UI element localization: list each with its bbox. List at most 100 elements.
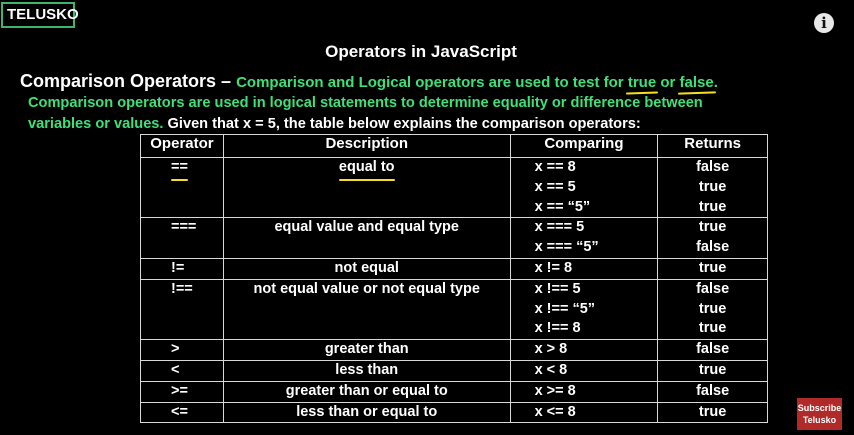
description: less than	[335, 361, 399, 378]
comparing-cell: x !== 5 x !== “5” x !== 8	[509, 278, 659, 341]
word-true: true	[627, 74, 657, 91]
slide-title: Operators in JavaScript	[325, 42, 517, 61]
description: greater than	[324, 341, 409, 358]
comparison-operators-table: Operator Description Comparing Returns =…	[140, 134, 768, 424]
returns-cell: true	[657, 359, 768, 382]
intro-text: Comparison and Logical operators are use…	[236, 74, 718, 91]
comparing: x !== 5	[534, 280, 581, 297]
operator-cell: <=	[140, 401, 224, 424]
comparing: x >= 8	[534, 382, 576, 399]
comparing-cell: x == 8 x == 5 x == “5”	[509, 156, 659, 219]
header-returns: Returns	[657, 134, 768, 158]
operator: ===	[171, 219, 197, 236]
comparing: x === 5	[534, 219, 585, 236]
intro-line-1: Comparison Operators – Comparison and Lo…	[20, 71, 718, 92]
comparing: x < 8	[534, 361, 568, 378]
comparing: x > 8	[534, 341, 568, 358]
comparing: x !== 8	[534, 320, 581, 337]
intro-line-3: variables or values. Given that x = 5, t…	[28, 116, 641, 132]
returns: false	[696, 239, 730, 256]
operator-cell: >	[140, 339, 224, 361]
description-cell: not equal	[222, 257, 511, 280]
returns-cell: true false	[657, 217, 768, 259]
table-row: > greater than x > 8 false	[140, 339, 768, 361]
returns: false	[696, 341, 730, 358]
description-cell: greater than or equal to	[222, 380, 511, 403]
operator-cell: !=	[140, 257, 224, 280]
header-description: Description	[222, 134, 511, 158]
header-operator: Operator	[140, 134, 224, 158]
returns-cell: true	[657, 401, 768, 424]
intro-line-3-green: variables or values.	[28, 116, 164, 132]
returns: false	[696, 159, 730, 175]
table-row: <= less than or equal to x <= 8 true	[140, 401, 768, 424]
returns: true	[698, 361, 727, 378]
comparing-cell: x <= 8	[509, 401, 659, 424]
comparing-cell: x > 8	[509, 339, 659, 361]
operator: !==	[171, 280, 193, 297]
description: less than or equal to	[296, 403, 438, 420]
operator-cell: <	[140, 359, 224, 382]
returns-cell: false	[657, 380, 768, 403]
word-or: or	[660, 74, 676, 91]
returns: true	[698, 219, 727, 236]
operator: >=	[171, 382, 188, 399]
operator-cell: >=	[140, 380, 224, 403]
comparing: x == “5”	[534, 198, 591, 215]
table-header-row: Operator Description Comparing Returns	[140, 134, 768, 158]
returns: true	[698, 198, 727, 215]
operator-cell: ==	[140, 156, 224, 219]
operator-cell: ===	[140, 217, 224, 259]
comparing: x !== “5”	[534, 300, 596, 317]
subscribe-label: Subscribe	[797, 403, 842, 413]
intro-text-a: Comparison and Logical operators are use…	[236, 74, 624, 91]
word-false: false	[679, 74, 714, 91]
returns: true	[698, 178, 727, 195]
description: not equal value or not equal type	[253, 280, 480, 297]
returns: false	[696, 280, 730, 297]
returns: true	[698, 300, 727, 317]
returns: true	[698, 320, 727, 337]
returns: true	[698, 259, 727, 276]
comparing: x === “5”	[534, 239, 599, 256]
returns-cell: false	[657, 339, 768, 361]
intro-end: .	[713, 74, 718, 91]
comparing-cell: x === 5 x === “5”	[509, 217, 659, 259]
table-row: >= greater than or equal to x >= 8 false	[140, 380, 768, 403]
intro-line-3-white: Given that x = 5, the table below explai…	[167, 116, 641, 132]
info-icon[interactable]: i	[814, 13, 834, 33]
comparing: x != 8	[534, 259, 573, 276]
description: equal to	[338, 158, 395, 181]
table-row: != not equal x != 8 true	[140, 257, 768, 280]
description-cell: less than	[222, 359, 511, 382]
operator: >	[171, 341, 180, 358]
returns: true	[698, 403, 727, 420]
table-row: !== not equal value or not equal type x …	[140, 278, 768, 341]
returns-cell: true	[657, 257, 768, 280]
comparing-cell: x >= 8	[509, 380, 659, 403]
operator: <=	[171, 403, 188, 420]
section-heading: Comparison Operators –	[20, 71, 232, 91]
table-row: === equal value and equal type x === 5 x…	[140, 217, 768, 259]
comparing-cell: x < 8	[509, 359, 659, 382]
returns-cell: false true true	[657, 278, 768, 341]
returns: false	[696, 382, 730, 399]
description-cell: less than or equal to	[222, 401, 511, 424]
table-row: == equal to x == 8 x == 5 x == “5” false…	[140, 156, 768, 219]
operator: !=	[171, 259, 185, 276]
comparing: x == 8	[534, 159, 576, 175]
operator: ==	[171, 158, 188, 181]
description-cell: not equal value or not equal type	[222, 278, 511, 341]
comparing: x == 5	[534, 178, 576, 195]
description-cell: equal to	[222, 156, 511, 219]
intro-line-2: Comparison operators are used in logical…	[28, 95, 703, 111]
operator: <	[171, 361, 180, 378]
table-row: < less than x < 8 true	[140, 359, 768, 382]
returns-cell: false true true	[657, 156, 768, 219]
header-comparing: Comparing	[509, 134, 659, 158]
operator-cell: !==	[140, 278, 224, 341]
subscribe-channel: Telusko	[802, 415, 837, 425]
description-cell: equal value and equal type	[222, 217, 511, 259]
subscribe-button[interactable]: Subscribe Telusko	[797, 398, 842, 430]
description: not equal	[334, 259, 399, 276]
